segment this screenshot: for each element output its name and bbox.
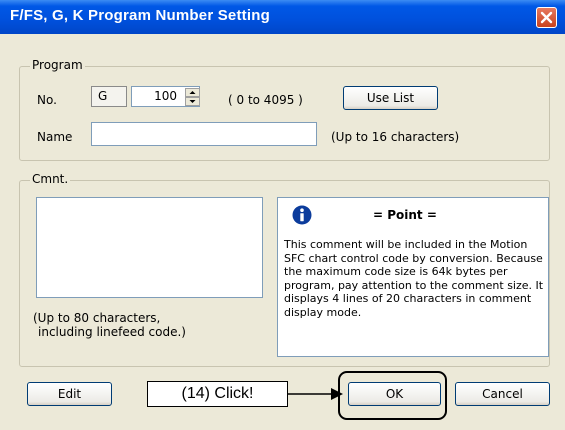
name-hint: (Up to 16 characters) — [331, 130, 460, 144]
program-name-input[interactable] — [91, 122, 317, 146]
info-icon — [292, 205, 312, 225]
name-label: Name — [37, 130, 73, 144]
spin-up-icon — [189, 91, 196, 94]
close-icon — [540, 11, 553, 24]
number-spinner[interactable] — [185, 88, 200, 106]
spin-down-icon — [189, 100, 196, 103]
spin-up-button[interactable] — [185, 88, 200, 97]
program-group — [19, 66, 550, 161]
edit-button[interactable]: Edit — [27, 382, 112, 406]
comment-limit-hint-line2: including linefeed code.) — [38, 325, 186, 339]
close-button[interactable] — [536, 7, 557, 28]
program-type-field: G — [91, 86, 127, 107]
title-bar[interactable]: F/FS, G, K Program Number Setting — [0, 0, 565, 34]
click-annotation-label: (14) Click! — [147, 381, 288, 407]
program-group-legend: Program — [30, 58, 85, 72]
window-title: F/FS, G, K Program Number Setting — [10, 7, 270, 24]
point-note: = Point = This comment will be included … — [277, 197, 549, 357]
comment-textarea[interactable] — [36, 197, 263, 298]
range-hint: ( 0 to 4095 ) — [228, 93, 303, 107]
point-heading: = Point = — [373, 208, 437, 222]
program-number-dialog: F/FS, G, K Program Number Setting Progra… — [0, 0, 565, 430]
comment-limit-hint-line1: (Up to 80 characters, — [33, 311, 161, 325]
spin-down-button[interactable] — [185, 97, 200, 106]
cancel-button[interactable]: Cancel — [455, 382, 550, 406]
point-body: This comment will be included in the Mot… — [284, 238, 544, 319]
comment-group-legend: Cmnt. — [30, 172, 71, 186]
no-label: No. — [37, 93, 57, 107]
ok-highlight-frame — [338, 371, 447, 420]
use-list-button[interactable]: Use List — [343, 86, 438, 110]
